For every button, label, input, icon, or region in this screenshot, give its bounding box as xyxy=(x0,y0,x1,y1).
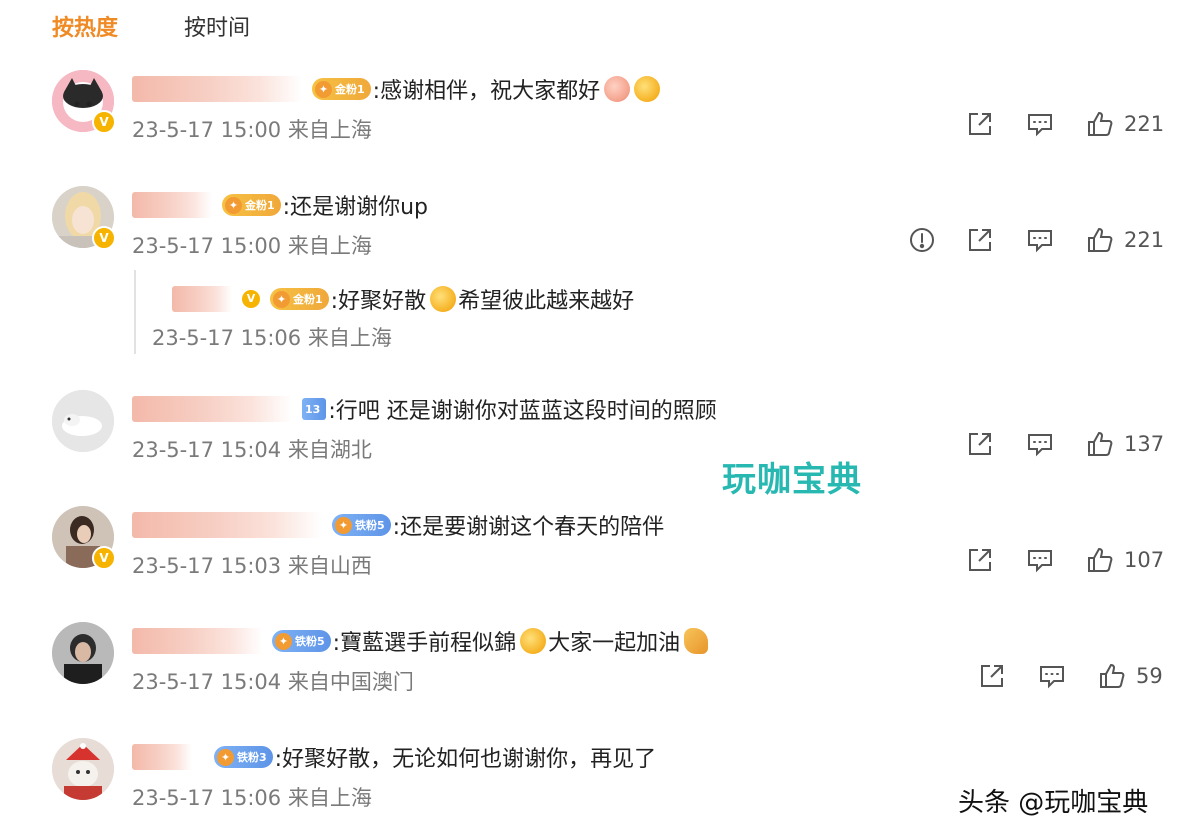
tab-time[interactable]: 按时间 xyxy=(184,10,250,42)
comment-icon[interactable] xyxy=(1026,110,1054,138)
comment-meta: 23-5-17 15:00 来自上海 xyxy=(132,234,372,258)
share-icon[interactable] xyxy=(966,430,994,458)
comment-text: :行吧 还是谢谢你对蓝蓝这段时间的照顾 xyxy=(328,399,717,424)
comment-text: :寶藍選手前程似錦 xyxy=(332,631,517,656)
username[interactable] xyxy=(172,286,232,312)
comment-icon[interactable] xyxy=(1026,546,1054,574)
fan-badge: ✦ 铁粉3 xyxy=(214,746,273,768)
like-icon[interactable] xyxy=(1086,430,1114,458)
comment-meta: 23-5-17 15:00 来自上海 xyxy=(132,118,372,142)
username[interactable] xyxy=(132,192,212,218)
comment-text: :感谢相伴，祝大家都好 xyxy=(372,79,601,104)
avatar[interactable]: V xyxy=(52,70,116,134)
avatar[interactable]: V xyxy=(52,186,116,250)
comment-text: :还是谢谢你up xyxy=(282,195,428,220)
comment-text-cont: 大家一起加油 xyxy=(548,631,681,656)
tab-hot[interactable]: 按热度 xyxy=(52,10,118,42)
username[interactable] xyxy=(132,512,322,538)
comment-meta: 23-5-17 15:03 来自山西 xyxy=(132,554,372,578)
verified-icon: V xyxy=(242,290,260,308)
username[interactable] xyxy=(132,744,192,770)
fan-badge: ✦ 铁粉5 xyxy=(272,630,331,652)
report-icon[interactable] xyxy=(908,226,936,254)
fan-badge: ✦ 金粉1 xyxy=(270,288,329,310)
comment-meta: 23-5-17 15:06 来自上海 xyxy=(132,786,372,810)
comment-item: V ✦ 金粉1 :还是谢谢你up 23-5-17 15:00 来自上海 221 xyxy=(0,186,1200,276)
like-icon[interactable] xyxy=(1086,226,1114,254)
comment-item: V ✦ 铁粉5 :还是要谢谢这个春天的陪伴 23-5-17 15:03 来自山西 … xyxy=(0,506,1200,596)
comment-meta: 23-5-17 15:04 来自中国澳门 xyxy=(132,670,414,694)
comment-item: V ✦ 金粉1 :感谢相伴，祝大家都好 23-5-17 15:00 来自上海 22… xyxy=(0,70,1200,160)
watermark: 玩咖宝典 xyxy=(722,460,862,500)
share-icon[interactable] xyxy=(966,546,994,574)
muscle-emoji-icon xyxy=(684,628,709,654)
like-count: 221 xyxy=(1124,228,1165,252)
comment-icon[interactable] xyxy=(1038,662,1066,690)
reply-text: :好聚好散 xyxy=(330,289,427,314)
verified-icon: V xyxy=(92,110,116,134)
avatar[interactable] xyxy=(52,738,114,800)
avatar[interactable] xyxy=(52,390,114,452)
username[interactable] xyxy=(132,396,292,422)
reply-item: V ✦ 金粉1 :好聚好散 希望彼此越来越好 23-5-17 15:06 来自上海 xyxy=(134,270,696,354)
share-icon[interactable] xyxy=(966,226,994,254)
comment-item: ✦ 铁粉5 :寶藍選手前程似錦 大家一起加油 23-5-17 15:04 来自中国… xyxy=(0,622,1200,712)
comment-text: :好聚好散，无论如何也谢谢你，再见了 xyxy=(274,747,657,772)
like-icon[interactable] xyxy=(1086,110,1114,138)
comment-item: 13 :行吧 还是谢谢你对蓝蓝这段时间的照顾 23-5-17 15:04 来自湖… xyxy=(0,390,1200,480)
verified-icon: V xyxy=(92,546,116,570)
avatar[interactable]: V xyxy=(52,506,116,570)
comment-meta: 23-5-17 15:04 来自湖北 xyxy=(132,438,372,462)
username[interactable] xyxy=(132,628,262,654)
share-icon[interactable] xyxy=(966,110,994,138)
comment-text: :还是要谢谢这个春天的陪伴 xyxy=(392,515,665,540)
username[interactable] xyxy=(132,76,302,102)
fan-badge: ✦ 铁粉5 xyxy=(332,514,391,536)
emoji-icon xyxy=(520,628,547,654)
source-watermark: 头条 @玩咖宝典 xyxy=(958,788,1149,818)
fan-badge: ✦ 金粉1 xyxy=(312,78,371,100)
like-icon[interactable] xyxy=(1098,662,1126,690)
reply-meta: 23-5-17 15:06 来自上海 xyxy=(152,326,392,350)
like-count: 59 xyxy=(1136,664,1163,688)
emoji-icon xyxy=(634,76,661,102)
like-count: 221 xyxy=(1124,112,1165,136)
comment-icon[interactable] xyxy=(1026,226,1054,254)
emoji-icon xyxy=(430,286,457,312)
fan-badge: 13 xyxy=(302,398,327,420)
comment-icon[interactable] xyxy=(1026,430,1054,458)
like-icon[interactable] xyxy=(1086,546,1114,574)
reply-text-cont: 希望彼此越来越好 xyxy=(458,289,635,314)
verified-icon: V xyxy=(92,226,116,250)
like-count: 107 xyxy=(1124,548,1165,572)
share-icon[interactable] xyxy=(978,662,1006,690)
emoji-icon xyxy=(604,76,631,102)
avatar[interactable] xyxy=(52,622,114,684)
like-count: 137 xyxy=(1124,432,1165,456)
fan-badge: ✦ 金粉1 xyxy=(222,194,281,216)
